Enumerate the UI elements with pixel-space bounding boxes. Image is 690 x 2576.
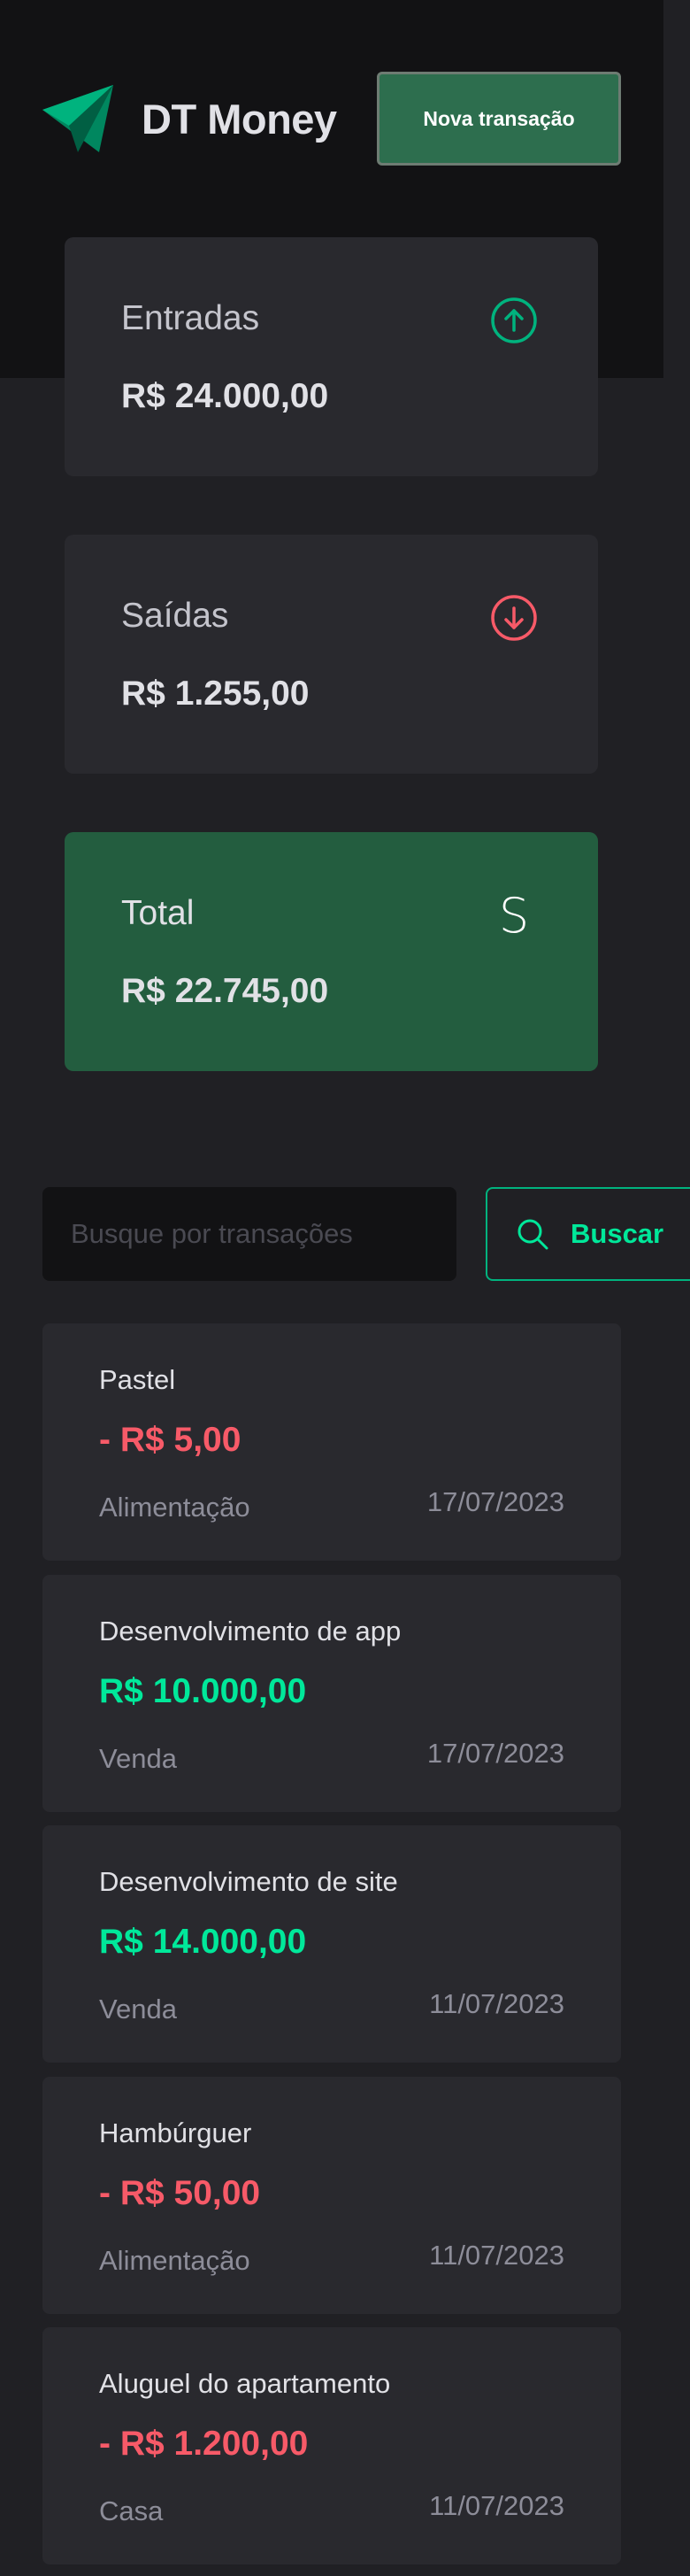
arrow-circle-down-icon <box>491 595 537 641</box>
transaction-description: Desenvolvimento de site <box>99 1866 398 1897</box>
transaction-category: Venda <box>99 1743 177 1774</box>
transaction-category: Casa <box>99 2495 164 2526</box>
search-button-label: Buscar <box>571 1218 664 1249</box>
transaction-description: Desenvolvimento de app <box>99 1616 402 1647</box>
transaction-category: Alimentação <box>99 1492 250 1523</box>
summary-label: Saídas <box>121 597 229 635</box>
summary-card-total: Total S R$ 22.745,00 <box>65 832 598 1071</box>
transaction-row[interactable]: Aluguel do apartamento - R$ 1.200,00 Cas… <box>42 2327 621 2564</box>
transaction-row[interactable]: Desenvolvimento de site R$ 14.000,00 Ven… <box>42 1825 621 2063</box>
transaction-value: - R$ 5,00 <box>99 1421 242 1459</box>
summary-label: Entradas <box>121 299 260 337</box>
summary-value: R$ 1.255,00 <box>121 675 310 713</box>
search-icon <box>518 1219 548 1250</box>
summary-value: R$ 24.000,00 <box>121 377 329 415</box>
transaction-value: R$ 14.000,00 <box>99 1923 307 1961</box>
transaction-value: R$ 10.000,00 <box>99 1672 307 1710</box>
page: DT Money Nova transação Entradas R$ 24.0… <box>0 0 690 2576</box>
transaction-description: Pastel <box>99 1364 176 1395</box>
transaction-row[interactable]: Pastel - R$ 5,00 Alimentação 17/07/2023 <box>42 1323 621 1561</box>
transaction-value: - R$ 50,00 <box>99 2174 261 2212</box>
logo: DT Money <box>42 85 337 152</box>
transaction-date: 17/07/2023 <box>426 1486 564 1517</box>
summary-card-outcome: Saídas R$ 1.255,00 <box>65 535 598 774</box>
app-name: DT Money <box>142 95 337 143</box>
summary-value: R$ 22.745,00 <box>121 972 329 1010</box>
summary-card-income: Entradas R$ 24.000,00 <box>65 237 598 476</box>
arrow-circle-up-icon <box>491 297 537 343</box>
transaction-category: Venda <box>99 1994 177 2025</box>
logo-icon <box>42 85 113 152</box>
transaction-value: - R$ 1.200,00 <box>99 2425 309 2463</box>
summary-label: Total <box>121 894 195 932</box>
transaction-date: 11/07/2023 <box>429 1988 564 2019</box>
transaction-row[interactable]: Desenvolvimento de app R$ 10.000,00 Vend… <box>42 1575 621 1812</box>
search-button[interactable]: Buscar <box>486 1187 690 1281</box>
transaction-date: 17/07/2023 <box>426 1738 564 1769</box>
new-transaction-button[interactable]: Nova transação <box>377 72 621 166</box>
transaction-date: 11/07/2023 <box>429 2490 564 2521</box>
transaction-category: Alimentação <box>99 2245 250 2276</box>
dollar-icon: S <box>498 887 530 944</box>
transaction-date: 11/07/2023 <box>429 2240 564 2271</box>
search-input[interactable] <box>42 1187 456 1281</box>
transaction-row[interactable]: Hambúrguer - R$ 50,00 Alimentação 11/07/… <box>42 2077 621 2314</box>
transaction-description: Aluguel do apartamento <box>99 2368 391 2399</box>
transaction-description: Hambúrguer <box>99 2117 252 2148</box>
